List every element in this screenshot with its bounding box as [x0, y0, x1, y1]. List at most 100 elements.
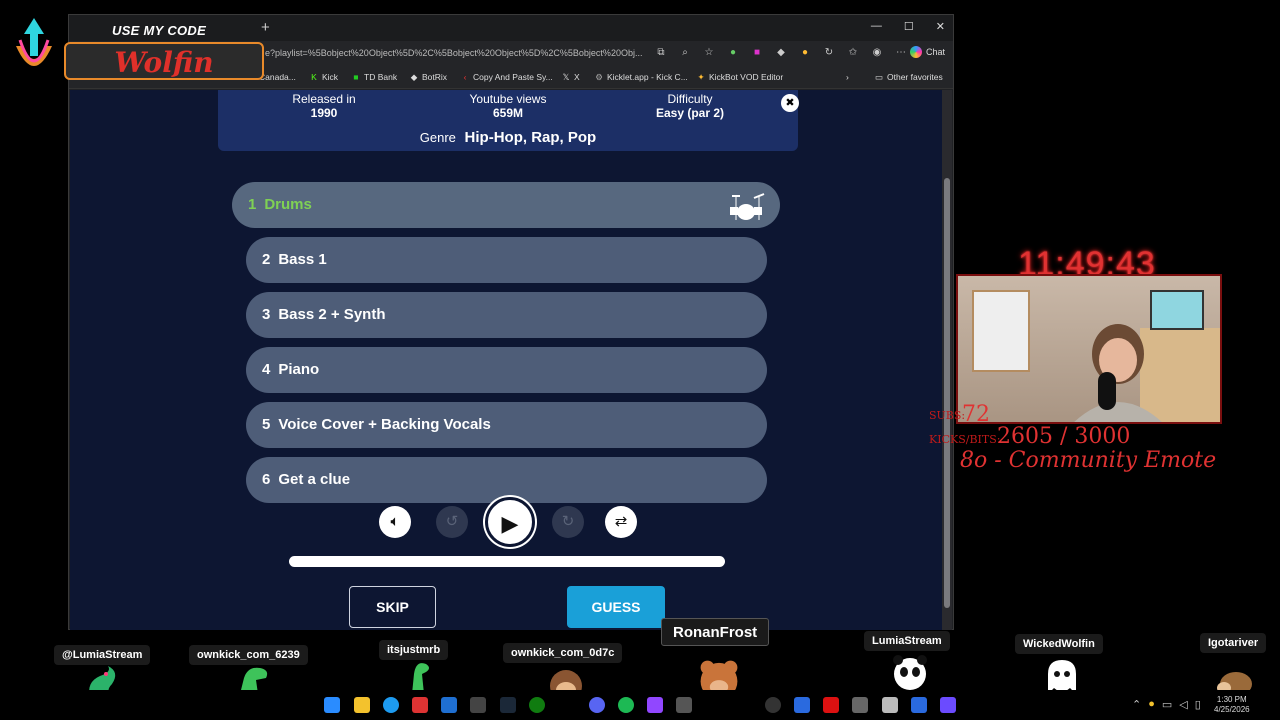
app-icon[interactable]: [882, 697, 898, 713]
rewind-button[interactable]: ↺: [436, 506, 468, 538]
goal-text: 8o - Community Emote: [960, 448, 1217, 473]
browser-window: + — ☐ ✕ e?playlist=%5Bobject%20Object%5D…: [68, 14, 954, 630]
scrollbar[interactable]: [942, 90, 952, 630]
streamer-figure: [1074, 324, 1162, 422]
wolf-logo-icon: [16, 18, 52, 66]
folder-icon: ▭: [874, 72, 884, 82]
microphone-icon[interactable]: ●: [1148, 698, 1155, 711]
track-voice-cover[interactable]: 5 Voice Cover + Backing Vocals: [246, 402, 767, 448]
bookmark-item[interactable]: ‹ Copy And Paste Sy...: [460, 72, 553, 82]
favorites-icon[interactable]: ✩: [845, 47, 861, 58]
play-button[interactable]: ▶: [485, 497, 535, 547]
minimize-icon[interactable]: —: [871, 20, 882, 33]
discord-icon[interactable]: [589, 697, 605, 713]
difficulty-label: Difficulty: [667, 92, 713, 106]
tab-icon[interactable]: ⧉: [653, 47, 669, 58]
bookmark-item[interactable]: 𝕏X: [561, 72, 580, 83]
url-field[interactable]: e?playlist=%5Bobject%20Object%5D%2C%5Bob…: [265, 48, 645, 58]
bookmark-label: Copy And Paste Sy...: [473, 72, 553, 82]
scrollbar-thumb[interactable]: [944, 178, 950, 608]
volume-icon[interactable]: ◁: [1179, 698, 1187, 711]
epic-games-icon[interactable]: [470, 697, 486, 713]
progress-bar[interactable]: [289, 556, 725, 567]
difficulty-info: Difficulty Easy (par 2): [628, 92, 752, 120]
skip-button[interactable]: SKIP: [349, 586, 436, 628]
steam-icon[interactable]: [500, 697, 516, 713]
chevron-up-icon[interactable]: ⌃: [1132, 698, 1141, 711]
kicklet-icon: ⚙: [595, 72, 603, 82]
track-number: 4: [262, 361, 271, 378]
edge-icon[interactable]: [383, 697, 399, 713]
app-icon[interactable]: [911, 697, 927, 713]
app-icon[interactable]: [794, 697, 810, 713]
botrix-icon: ◆: [410, 72, 418, 82]
promo-code: Wolfin: [114, 46, 214, 79]
bookmark-item[interactable]: ■ TD Bank: [351, 72, 397, 82]
track-drums[interactable]: 1 Drums: [232, 182, 780, 228]
obs-icon[interactable]: [765, 697, 781, 713]
track-number: 2: [262, 251, 271, 268]
close-window-icon[interactable]: ✕: [936, 20, 945, 33]
extension-icon[interactable]: ●: [725, 47, 741, 58]
views-value: 659M: [492, 106, 524, 120]
star-icon[interactable]: ☆: [701, 47, 717, 58]
track-number: 3: [262, 306, 271, 323]
guess-button[interactable]: GUESS: [567, 586, 665, 628]
bookmark-label: TD Bank: [364, 72, 398, 82]
track-get-a-clue[interactable]: 6 Get a clue: [246, 457, 767, 503]
whiteboard: [972, 290, 1030, 372]
bookmark-item[interactable]: K Kick: [309, 72, 338, 82]
zoom-icon[interactable]: ⌕: [677, 47, 693, 58]
taskbar-time: 1:30 PM: [1216, 695, 1247, 704]
kick-icon: K: [311, 72, 317, 82]
chatter-tooltip: RonanFrost: [661, 618, 770, 646]
promo-code-overlay: USE MY CODE Wolfin: [8, 14, 266, 86]
forward-button[interactable]: ↻: [552, 506, 584, 538]
app-icon[interactable]: [412, 697, 428, 713]
app-icon[interactable]: [852, 697, 868, 713]
subs-count: 72: [962, 402, 990, 427]
app-icon[interactable]: [823, 697, 839, 713]
refresh-icon[interactable]: ↻: [821, 47, 837, 58]
views-info: Youtube views 659M: [448, 92, 568, 120]
windows-start-icon[interactable]: [324, 697, 340, 713]
track-bass-2-synth[interactable]: 3 Bass 2 + Synth: [246, 292, 767, 338]
xbox-icon[interactable]: [529, 697, 545, 713]
extension-icon[interactable]: ◆: [773, 47, 789, 58]
other-favorites[interactable]: ▭ Other favorites: [874, 72, 943, 83]
track-bass-1[interactable]: 2 Bass 1: [246, 237, 767, 283]
extension-icon[interactable]: ■: [749, 47, 765, 58]
bookmark-item[interactable]: ◆ BotRix: [409, 72, 447, 83]
notes-icon[interactable]: [354, 697, 370, 713]
app-icon[interactable]: [441, 697, 457, 713]
battery-icon[interactable]: ▯: [1195, 698, 1201, 711]
promo-line: USE MY CODE: [112, 23, 207, 38]
volume-button[interactable]: 🔈︎: [379, 506, 411, 538]
taskbar-date: 4/25/2026: [1214, 705, 1250, 714]
app-icon[interactable]: [676, 697, 692, 713]
taskbar-clock[interactable]: 1:30 PM 4/25/2026: [1214, 695, 1250, 715]
other-favorites-label: Other favorites: [887, 72, 943, 82]
track-number: 5: [262, 416, 271, 433]
subs-label: SUBS:: [929, 409, 966, 422]
network-icon[interactable]: ▭: [1162, 698, 1172, 711]
loop-button[interactable]: ⇄: [605, 506, 637, 538]
track-piano[interactable]: 4 Piano: [246, 347, 767, 393]
bookmarks-more-icon[interactable]: ›: [846, 72, 849, 82]
x-icon: 𝕏: [562, 72, 570, 82]
more-icon[interactable]: ⋯: [893, 47, 909, 58]
extension-icon[interactable]: ●: [797, 47, 813, 58]
extension-icons: ⧉ ⌕ ☆ ● ■ ◆ ● ↻ ✩ ◉ ⋯: [653, 47, 909, 58]
views-label: Youtube views: [469, 92, 547, 106]
maximize-icon[interactable]: ☐: [904, 20, 914, 33]
released-label: Released in: [292, 92, 356, 106]
play-icon: ▶: [501, 511, 519, 536]
copilot-chat-button[interactable]: Chat: [909, 46, 945, 58]
bookmark-item[interactable]: ⚙ Kicklet.app - Kick C...: [594, 72, 688, 83]
close-info-icon[interactable]: ✖: [781, 94, 799, 112]
profile-icon[interactable]: ◉: [869, 47, 885, 58]
bookmark-item[interactable]: ✦ KickBot VOD Editor: [696, 72, 783, 83]
app-icon[interactable]: [647, 697, 663, 713]
spotify-icon[interactable]: [618, 697, 634, 713]
app-icon[interactable]: [940, 697, 956, 713]
